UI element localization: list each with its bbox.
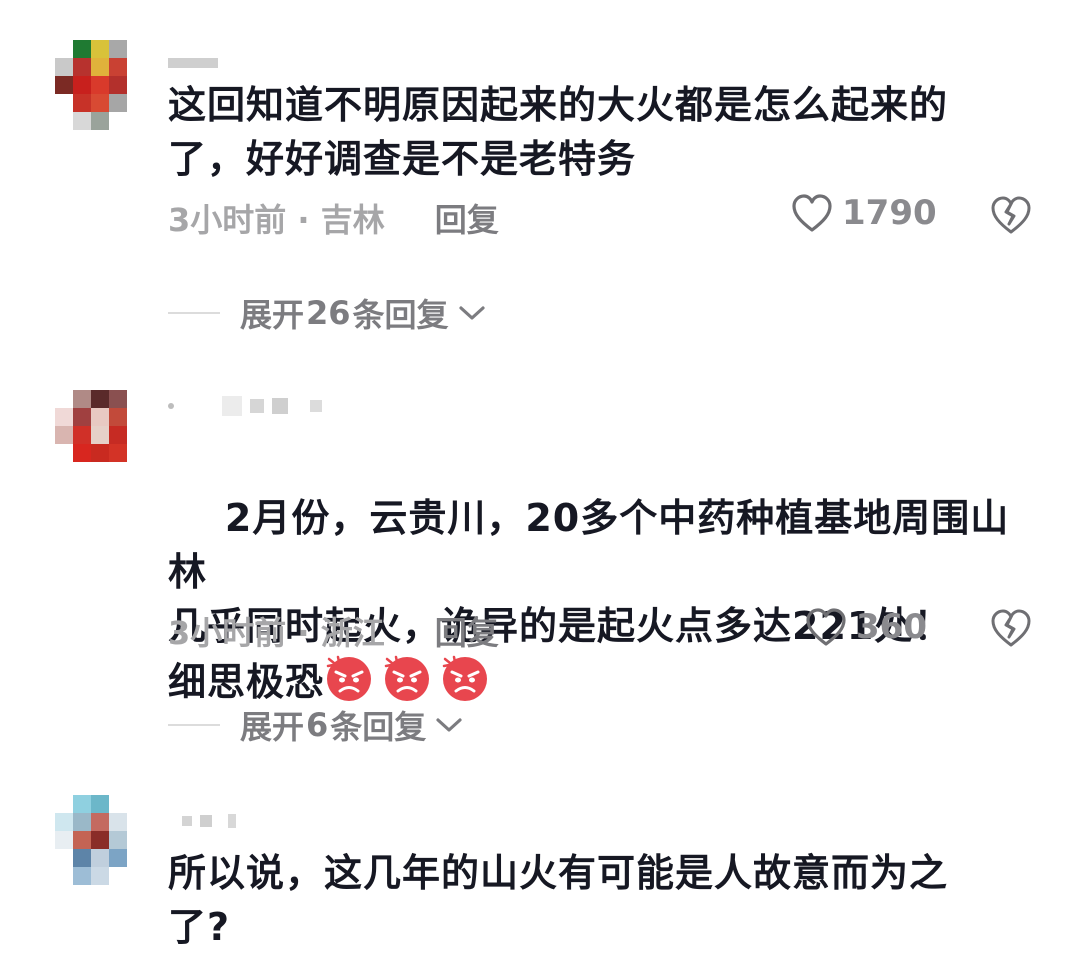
username[interactable] <box>168 52 218 74</box>
comment-text: 所以说，这几年的山火有可能是人故意而为之 了? <box>168 851 949 949</box>
like-count: 360 <box>856 607 927 647</box>
chevron-down-icon <box>458 306 485 320</box>
username[interactable] <box>168 810 236 832</box>
expand-prefix: 展开 <box>240 708 305 746</box>
avatar[interactable] <box>55 390 145 480</box>
time-location: 3小时前 · 吉林 <box>168 201 385 239</box>
avatar[interactable] <box>55 795 145 885</box>
heart-outline-icon <box>806 608 846 646</box>
reply-button[interactable]: 回复 <box>435 608 499 654</box>
time-location: 3小时前 · 浙江 <box>168 614 385 652</box>
expand-suffix: 条回复 <box>352 296 449 334</box>
reply-count: 6 <box>306 706 329 744</box>
reply-button[interactable]: 回复 <box>435 195 499 241</box>
reply-count: 26 <box>306 294 351 332</box>
avatar[interactable] <box>55 40 145 130</box>
username[interactable] <box>168 395 322 417</box>
angry-face-emoji <box>442 655 488 701</box>
divider-line <box>168 724 220 726</box>
expand-replies-button[interactable]: 展开 6 条回复 <box>168 702 464 748</box>
expand-suffix: 条回复 <box>330 708 427 746</box>
broken-heart-icon[interactable] <box>988 607 1034 649</box>
divider-line <box>168 312 220 314</box>
expand-replies-button[interactable]: 展开 26 条回复 <box>168 290 487 336</box>
like-button[interactable]: 1790 <box>790 192 937 234</box>
heart-outline-icon <box>792 194 832 232</box>
like-button[interactable]: 360 <box>804 606 927 648</box>
chevron-down-icon <box>436 718 462 732</box>
comment-meta: 3小时前 · 吉林 回复 <box>168 195 499 241</box>
broken-heart-icon[interactable] <box>988 194 1034 236</box>
like-count: 1790 <box>842 193 937 233</box>
comment-meta: 3小时前 · 浙江 回复 <box>168 608 499 654</box>
angry-face-emoji <box>326 655 372 701</box>
comment-text: 这回知道不明原因起来的大火都是怎么起来的 了，好好调查是不是老特务 <box>168 83 949 181</box>
comment-text-body: 2月份，云贵川，20多个中药种植基地周围山林 几乎同时起火，诡异的是起火点多达2… <box>168 496 1010 704</box>
expand-prefix: 展开 <box>240 296 305 334</box>
angry-face-emoji <box>384 655 430 701</box>
